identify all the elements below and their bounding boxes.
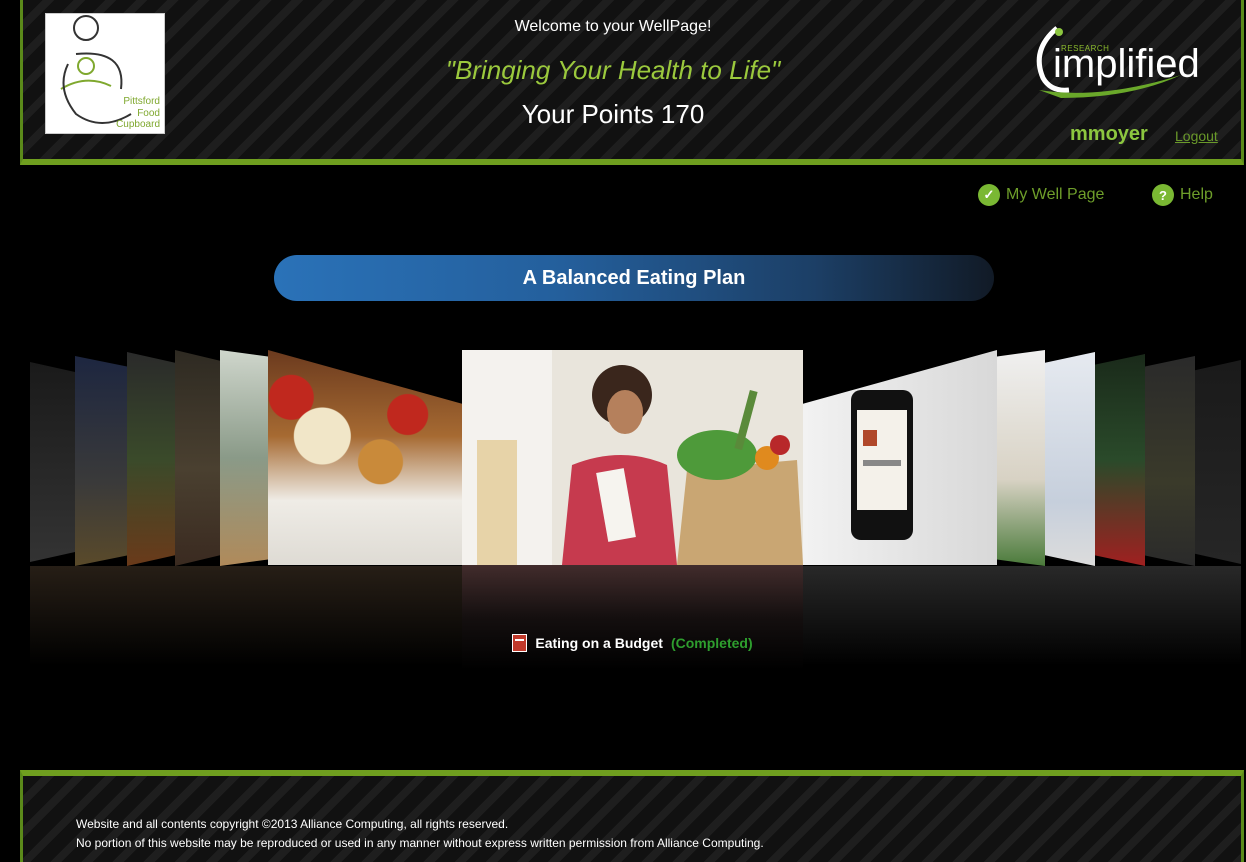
logo-text-line-2: Food xyxy=(137,108,160,119)
logo-text-line-3: Cupboard xyxy=(116,119,160,130)
carousel-item-title: Eating on a Budget xyxy=(535,635,663,651)
site-header: Pittsford Food Cupboard Welcome to your … xyxy=(20,0,1244,165)
section-title: A Balanced Eating Plan xyxy=(274,255,994,301)
carousel-reflection-right xyxy=(803,566,1241,666)
question-icon: ? xyxy=(1152,184,1174,206)
site-footer: Website and all contents copyright ©2013… xyxy=(20,770,1244,862)
carousel-item-left-2[interactable] xyxy=(127,352,175,566)
permission-text: No portion of this website may be reprod… xyxy=(76,836,764,850)
carousel-item-left-1[interactable] xyxy=(175,350,220,566)
carousel-item-right-2[interactable] xyxy=(1045,352,1095,566)
grocery-shopper-image xyxy=(462,350,803,565)
username: mmoyer xyxy=(1070,123,1148,145)
carousel-item-right-phone[interactable] xyxy=(803,350,997,565)
points-display: Your Points 170 xyxy=(521,99,705,129)
carousel-item-current[interactable] xyxy=(462,350,803,565)
logo-text-line-1: Pittsford xyxy=(123,96,160,107)
welcome-text: Welcome to your WellPage! xyxy=(514,18,712,35)
carousel-item-left-3[interactable] xyxy=(75,356,127,566)
carousel-caption[interactable]: Eating on a Budget (Completed) xyxy=(462,628,803,658)
copyright-text: Website and all contents copyright ©2013… xyxy=(76,817,509,831)
help-label: Help xyxy=(1180,186,1213,203)
completion-status: (Completed) xyxy=(670,635,753,651)
carousel-reflection-left xyxy=(30,566,462,666)
smartphone-image xyxy=(851,390,913,540)
carousel-item-right-3[interactable] xyxy=(1095,354,1145,566)
carousel-item-right-5[interactable] xyxy=(1195,360,1241,564)
carousel-item-left-4[interactable] xyxy=(30,362,75,562)
brand-word: implified xyxy=(1053,42,1200,86)
carousel-item-right-4[interactable] xyxy=(1145,356,1195,566)
pdf-document-icon xyxy=(512,634,528,652)
logout-link[interactable]: Logout xyxy=(1175,128,1218,144)
my-well-page-label: My Well Page xyxy=(1006,186,1105,203)
help-link[interactable]: ? Help xyxy=(1152,183,1213,207)
checkmark-icon: ✓ xyxy=(978,184,1000,206)
pittsford-food-cupboard-logo[interactable]: Pittsford Food Cupboard xyxy=(45,13,165,134)
carousel-item-left-apples[interactable] xyxy=(268,350,462,565)
research-simplified-logo[interactable]: RESEARCH implified xyxy=(1021,20,1221,100)
slogan-text: "Bringing Your Health to Life" xyxy=(445,55,781,85)
carousel-item-right-1[interactable] xyxy=(997,350,1045,566)
my-well-page-link[interactable]: ✓ My Well Page xyxy=(978,183,1104,207)
carousel-item-left-kitchen[interactable] xyxy=(220,350,268,566)
